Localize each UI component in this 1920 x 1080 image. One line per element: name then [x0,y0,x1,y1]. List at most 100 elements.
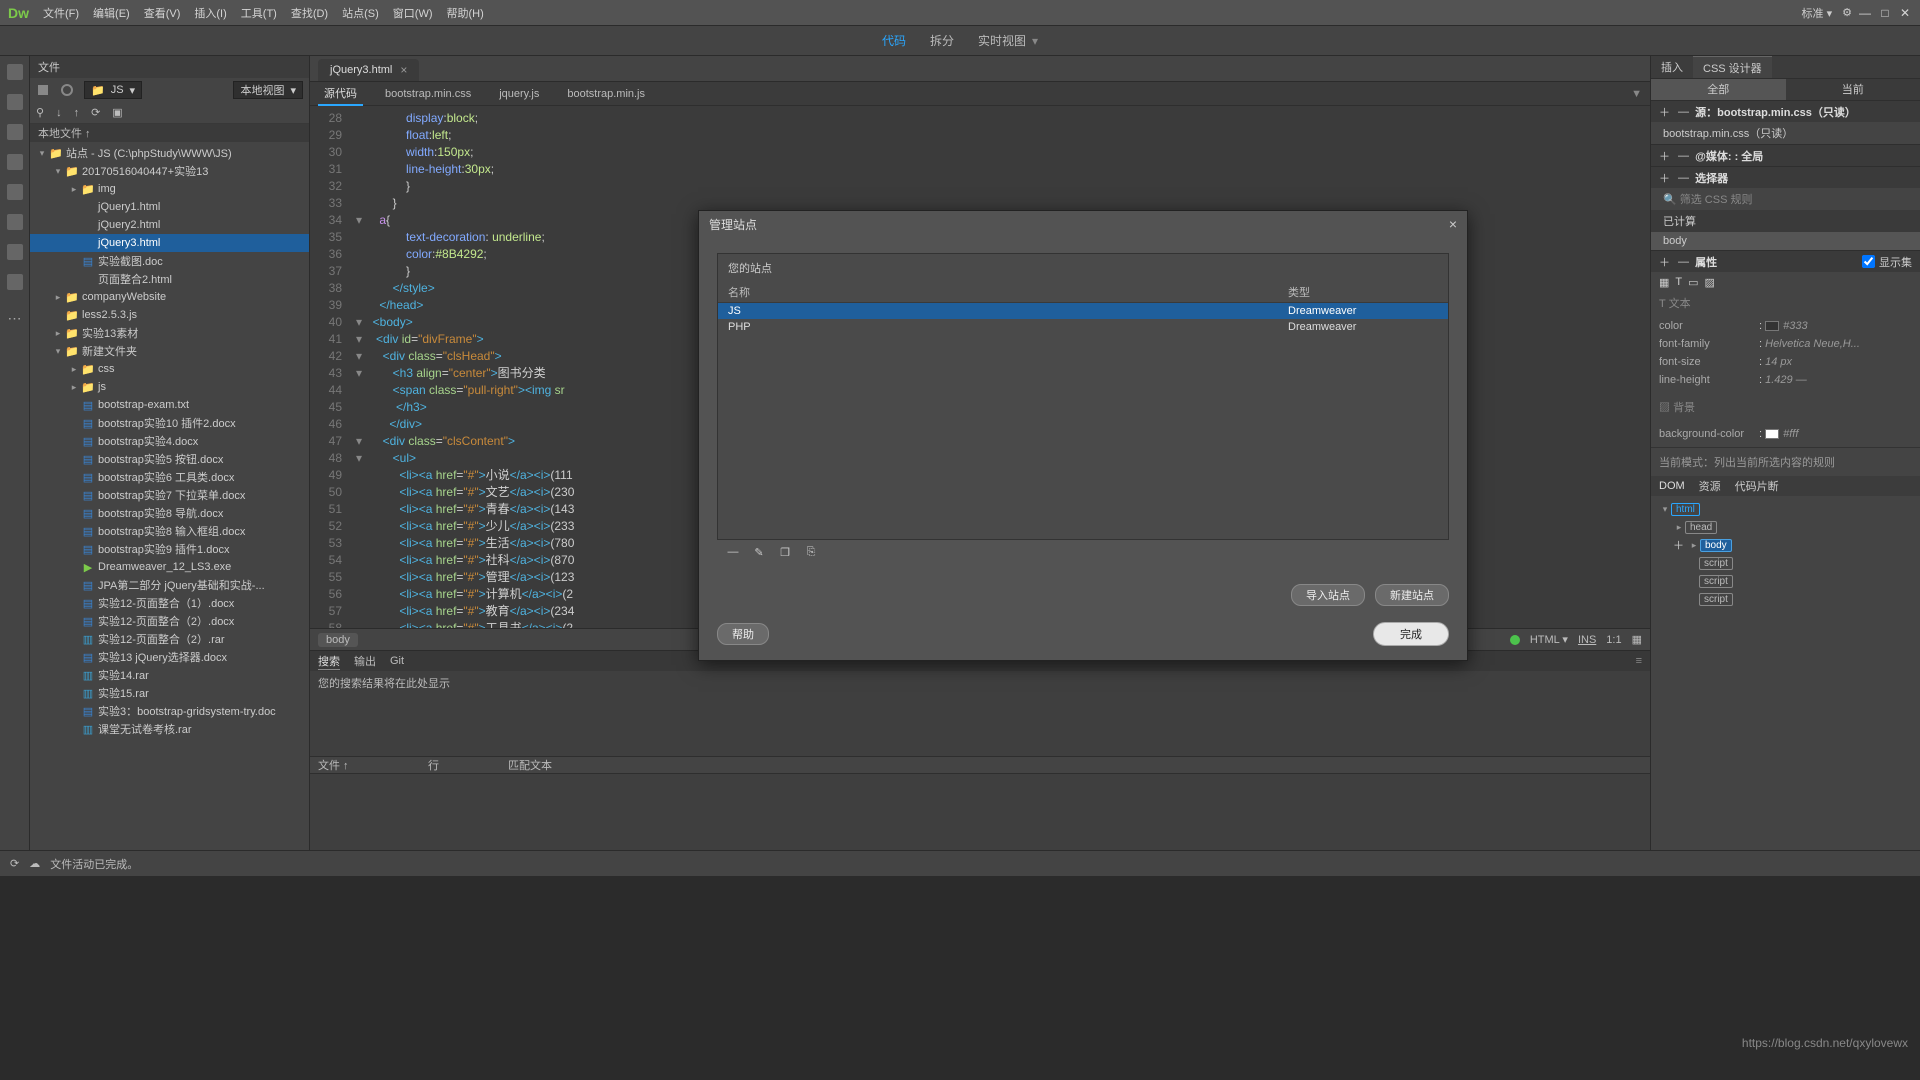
site-remove-icon[interactable]: — [725,546,741,562]
tab-insert[interactable]: 插入 [1651,56,1693,78]
view-code-button[interactable]: 代码 [882,32,906,49]
dom-node-script-2[interactable]: script [1699,575,1733,588]
rail-overflow-icon[interactable]: ⋯ [8,310,22,327]
dom-tab-assets[interactable]: 资源 [1699,478,1721,494]
breadcrumb-body[interactable]: body [318,633,358,647]
source-item[interactable]: bootstrap.min.css（只读） [1651,122,1920,144]
tree-row[interactable]: ▤实验13 jQuery选择器.docx [30,648,309,666]
tree-row[interactable]: ▤bootstrap实验8 输入框组.docx [30,522,309,540]
sites-col-name[interactable]: 名称 [728,284,1288,300]
site-export-icon[interactable]: ⎘ [803,546,819,562]
add-selector-icon[interactable]: ＋ [1659,170,1670,186]
output-col-line[interactable]: 行 [428,757,468,773]
rail-icon-5[interactable] [7,184,23,200]
menu-find[interactable]: 查找(D) [291,5,328,21]
cat-layout-icon[interactable]: ▦ [1659,276,1669,289]
dom-node-script-1[interactable]: script [1699,557,1733,570]
menu-help[interactable]: 帮助(H) [447,5,484,21]
menu-view[interactable]: 查看(V) [144,5,181,21]
status-overview-icon[interactable]: ▦ [1632,633,1642,646]
output-col-match[interactable]: 匹配文本 [508,757,552,773]
refresh-icon[interactable]: ⟳ [91,106,100,119]
files-column-header[interactable]: 本地文件 ↑ [30,124,309,142]
tree-row[interactable]: ▸📁实验13素材 [30,324,309,342]
scope-current[interactable]: 当前 [1786,79,1920,100]
put-icon[interactable]: ↑ [74,107,80,119]
window-minimize-icon[interactable]: — [1858,6,1872,20]
expand-icon[interactable]: ▣ [112,106,122,119]
tree-row[interactable]: ▸📁img [30,180,309,198]
tree-row[interactable]: jQuery1.html [30,198,309,216]
dialog-close-icon[interactable]: × [1449,216,1457,232]
tree-row[interactable]: ▾📁新建文件夹 [30,342,309,360]
tree-row[interactable]: ▾📁站点 - JS (C:\phpStudy\WWW\JS) [30,144,309,162]
menu-file[interactable]: 文件(F) [43,5,79,21]
window-maximize-icon[interactable]: □ [1878,6,1892,20]
site-edit-icon[interactable]: ✎ [751,546,767,562]
get-icon[interactable]: ↓ [56,107,62,119]
computed-target[interactable]: body [1651,232,1920,250]
tree-row[interactable]: ▤bootstrap实验7 下拉菜单.docx [30,486,309,504]
add-prop-icon[interactable]: ＋ [1659,254,1670,270]
rail-icon-6[interactable] [7,214,23,230]
add-media-icon[interactable]: ＋ [1659,148,1670,164]
rail-icon-7[interactable] [7,244,23,260]
site-duplicate-icon[interactable]: ❐ [777,546,793,562]
menu-edit[interactable]: 编辑(E) [93,5,130,21]
filter-css-placeholder[interactable]: 🔍 筛选 CSS 规则 [1651,188,1920,210]
dom-tab-snippets[interactable]: 代码片断 [1735,478,1779,494]
editor-tab-active[interactable]: jQuery3.html × [318,59,419,81]
cloud-status-icon[interactable]: ☁ [29,857,40,870]
ftp-icon[interactable] [36,83,50,97]
tree-row[interactable]: ▤bootstrap-exam.txt [30,396,309,414]
help-button[interactable]: 帮助 [717,623,769,645]
tree-row[interactable]: jQuery3.html [30,234,309,252]
tree-row[interactable]: jQuery2.html [30,216,309,234]
rail-icon-4[interactable] [7,154,23,170]
rail-icon-2[interactable] [7,94,23,110]
done-button[interactable]: 完成 [1373,622,1449,646]
view-split-button[interactable]: 拆分 [930,32,954,49]
sync-icon[interactable] [60,83,74,97]
dom-node-head[interactable]: head [1685,521,1717,534]
tree-row[interactable]: ▤bootstrap实验8 导航.docx [30,504,309,522]
sync-status-icon[interactable]: ⟳ [10,857,19,870]
output-menu-icon[interactable]: ≡ [1636,655,1642,667]
tree-row[interactable]: 📁less2.5.3.js [30,306,309,324]
tree-row[interactable]: ▤实验3：bootstrap-gridsystem-try.doc [30,702,309,720]
output-tab-output[interactable]: 输出 [354,653,376,669]
tree-row[interactable]: ▥实验12-页面整合（2）.rar [30,630,309,648]
tree-row[interactable]: ▥实验14.rar [30,666,309,684]
status-ins[interactable]: INS [1578,634,1596,646]
related-3[interactable]: bootstrap.min.js [561,85,651,103]
tree-row[interactable]: ▤实验12-页面整合（1）.docx [30,594,309,612]
view-live-dropdown-icon[interactable]: ▾ [1032,34,1038,48]
menu-site[interactable]: 站点(S) [342,5,379,21]
menu-window[interactable]: 窗口(W) [393,5,433,21]
add-source-icon[interactable]: ＋ [1659,104,1670,120]
menu-insert[interactable]: 插入(I) [194,5,226,21]
tree-row[interactable]: ▤JPA第二部分 jQuery基础和实战-... [30,576,309,594]
sites-list[interactable]: JSDreamweaverPHPDreamweaver [718,303,1448,539]
tree-row[interactable]: ▸📁companyWebsite [30,288,309,306]
editor-tab-close-icon[interactable]: × [400,63,407,77]
cat-bg-icon[interactable]: ▨ [1705,276,1715,289]
file-tree[interactable]: ▾📁站点 - JS (C:\phpStudy\WWW\JS)▾📁20170516… [30,142,309,850]
related-source[interactable]: 源代码 [318,82,363,106]
tree-row[interactable]: ▥实验15.rar [30,684,309,702]
status-lang[interactable]: HTML ▾ [1530,633,1568,646]
tree-row[interactable]: ▶Dreamweaver_12_LS3.exe [30,558,309,576]
site-row[interactable]: JSDreamweaver [718,303,1448,319]
filter-icon[interactable]: ▼ [1631,88,1642,100]
related-1[interactable]: bootstrap.min.css [379,85,477,103]
site-row[interactable]: PHPDreamweaver [718,319,1448,335]
show-set-checkbox[interactable] [1862,255,1875,268]
workspace-mode-dropdown[interactable]: 标准 ▾ [1802,5,1833,21]
settings-icon[interactable]: ⚙︎ [1842,6,1852,19]
menu-tools[interactable]: 工具(T) [241,5,277,21]
tree-row[interactable]: ▤bootstrap实验5 按钮.docx [30,450,309,468]
tree-row[interactable]: ▤实验截图.doc [30,252,309,270]
dom-tree[interactable]: ▾html ▸head ＋▸body script script script [1651,496,1920,612]
tree-row[interactable]: ▸📁css [30,360,309,378]
rail-icon-3[interactable] [7,124,23,140]
